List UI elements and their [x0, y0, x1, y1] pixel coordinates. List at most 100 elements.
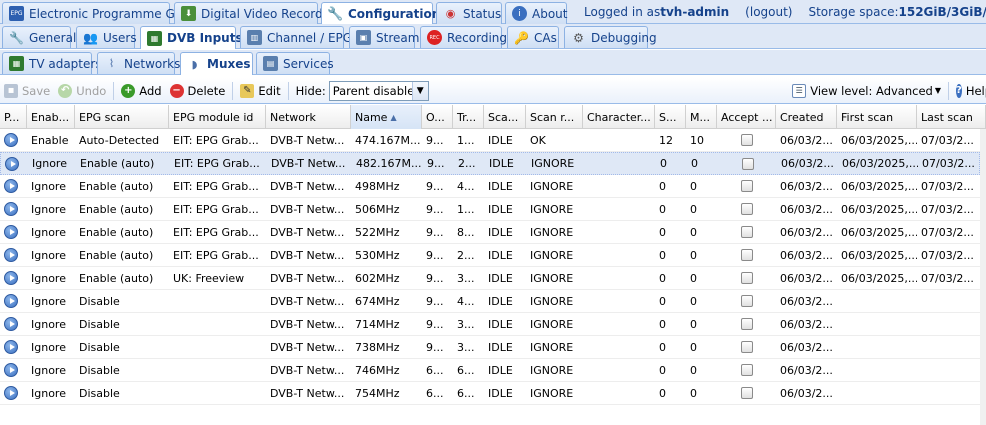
table-cell — [837, 336, 917, 358]
play-icon[interactable] — [5, 156, 19, 171]
column-header[interactable]: S... — [655, 105, 686, 129]
column-header[interactable]: Created — [776, 105, 837, 129]
delete-button[interactable]: − Delete — [166, 80, 230, 102]
table-cell: DVB-T Netw... — [270, 363, 345, 377]
accept-checkbox[interactable] — [740, 226, 753, 238]
table-row[interactable]: Ignore Enable (auto) UK: Freeview DVB-T Net… — [0, 267, 980, 290]
play-icon[interactable] — [4, 386, 18, 400]
column-header[interactable]: Accept ... — [717, 105, 776, 129]
view-level-button[interactable]: ☰ View level: Advanced ▼ — [788, 80, 945, 102]
column-header[interactable]: M... — [686, 105, 717, 129]
table-cell: 0 — [690, 317, 697, 331]
play-icon[interactable] — [4, 294, 18, 308]
help-button[interactable]: ?Help — [952, 80, 986, 102]
column-header[interactable]: Enab... — [27, 105, 75, 129]
table-cell: 506MHz — [355, 202, 400, 216]
add-button[interactable]: + Add — [117, 80, 165, 102]
column-header[interactable]: Network — [266, 105, 351, 129]
table-cell: 4... — [457, 294, 475, 308]
tab-about[interactable]: i About — [505, 2, 567, 24]
accept-checkbox[interactable] — [740, 387, 753, 399]
logout-link[interactable]: (logout) — [745, 5, 792, 19]
table-cell — [583, 382, 655, 404]
tab-epg[interactable]: EPG Electronic Programme Guide — [2, 2, 201, 24]
tab-networks[interactable]: ⌇ Networks — [97, 52, 180, 74]
table-cell: Auto-Detected — [79, 133, 160, 147]
play-icon[interactable] — [4, 363, 18, 377]
table-row[interactable]: Ignore Disable DVB-T Netw... 714MHz 9... 3...… — [0, 313, 980, 336]
table-row[interactable]: Ignore Disable DVB-T Netw... 674MHz 9... 4...… — [0, 290, 980, 313]
play-icon[interactable] — [4, 179, 18, 193]
save-button[interactable]: ▪ Save — [0, 80, 54, 102]
column-header[interactable]: Sca... — [484, 105, 526, 129]
column-header[interactable]: Scan r... — [526, 105, 583, 129]
table-cell: 0 — [659, 386, 666, 400]
table-row[interactable]: Ignore Enable (auto) EIT: EPG Grab... DVB-T… — [0, 221, 980, 244]
play-icon[interactable] — [4, 271, 18, 285]
accept-checkbox[interactable] — [740, 134, 753, 146]
tab-muxes[interactable]: ◗ Muxes — [180, 52, 253, 75]
tab-tv-adapters[interactable]: ▦ TV adapters — [2, 52, 102, 74]
undo-button[interactable]: ↶ Undo — [54, 80, 110, 102]
tab-channel-epg[interactable]: ▥ Channel / EPG — [240, 26, 352, 48]
accept-checkbox[interactable] — [740, 180, 753, 192]
table-row[interactable]: Ignore Disable DVB-T Netw... 746MHz 6... 6...… — [0, 359, 980, 382]
table-cell — [583, 198, 655, 220]
table-row[interactable]: Ignore Enable (auto) EIT: EPG Grab... DVB-T… — [0, 244, 980, 267]
tab-configuration[interactable]: 🔧 Configuration — [321, 2, 440, 25]
table-cell: 602MHz — [355, 271, 400, 285]
column-header-sorted[interactable]: Name ▲ — [351, 105, 422, 129]
tab-recording[interactable]: REC Recording — [420, 26, 507, 48]
tab-debugging[interactable]: ⚙ Debugging — [564, 26, 657, 48]
accept-checkbox[interactable] — [740, 364, 753, 376]
column-header[interactable]: P... — [0, 105, 27, 129]
edit-button[interactable]: ✎ Edit — [236, 80, 284, 102]
column-header[interactable]: Character... — [583, 105, 655, 129]
play-icon[interactable] — [4, 340, 18, 354]
table-row[interactable]: Enable Auto-Detected EIT: EPG Grab... DVB-T… — [0, 129, 980, 152]
play-icon[interactable] — [4, 202, 18, 216]
play-icon[interactable] — [4, 248, 18, 262]
accept-checkbox[interactable] — [740, 249, 753, 261]
table-row[interactable]: Ignore Enable (auto) EIT: EPG Grab... DVB-T… — [0, 175, 980, 198]
table-row[interactable]: Ignore Enable (auto) EIT: EPG Grab... DVB-T… — [0, 198, 980, 221]
table-cell: EIT: EPG Grab... — [173, 133, 259, 147]
column-header[interactable]: First scan — [837, 105, 917, 129]
accept-cell — [717, 198, 776, 220]
tab-status[interactable]: ◉ Status — [436, 2, 502, 24]
accept-checkbox[interactable] — [740, 318, 753, 330]
play-icon[interactable] — [4, 133, 18, 147]
tab-dvb-inputs[interactable]: ▦ DVB Inputs — [140, 26, 243, 49]
tab-services[interactable]: ▤ Services — [256, 52, 334, 74]
table-row[interactable]: Ignore Enable (auto) EIT: EPG Grab... DVB-T… — [0, 152, 980, 175]
table-cell: 10 — [690, 133, 704, 147]
accept-checkbox[interactable] — [740, 295, 753, 307]
play-icon[interactable] — [4, 317, 18, 331]
scrollbar[interactable] — [980, 129, 986, 425]
accept-checkbox[interactable] — [741, 157, 754, 170]
column-header[interactable]: O... — [422, 105, 453, 129]
hide-select[interactable]: Parent disabled▼ — [328, 80, 429, 101]
table-cell: 0 — [659, 248, 666, 262]
tab-stream[interactable]: ▣ Stream — [349, 26, 419, 48]
play-icon[interactable] — [4, 225, 18, 239]
toolbar-separator — [948, 81, 949, 100]
accept-checkbox[interactable] — [740, 203, 753, 215]
accept-checkbox[interactable] — [740, 272, 753, 284]
tab-users[interactable]: 👥 Users — [76, 26, 137, 48]
tab-general[interactable]: 🔧 General — [2, 26, 76, 48]
column-header[interactable]: EPG scan — [75, 105, 169, 129]
table-row[interactable]: Ignore Disable DVB-T Netw... 754MHz 6... 6...… — [0, 382, 980, 405]
column-header[interactable]: Tr... — [453, 105, 484, 129]
table-cell: 0 — [690, 271, 697, 285]
tab-dvr[interactable]: ⬇ Digital Video Recorder — [174, 2, 335, 24]
table-row[interactable]: Ignore Disable DVB-T Netw... 738MHz 9... 3...… — [0, 336, 980, 359]
table-cell: EIT: EPG Grab... — [173, 179, 259, 193]
table-cell: 07/03/2... — [921, 133, 974, 147]
accept-cell — [717, 290, 776, 312]
services-icon: ▤ — [263, 56, 278, 71]
accept-checkbox[interactable] — [740, 341, 753, 353]
tab-cas[interactable]: 🔑 CAs — [507, 26, 559, 48]
column-header[interactable]: Last scan — [917, 105, 986, 129]
column-header[interactable]: EPG module id — [169, 105, 266, 129]
